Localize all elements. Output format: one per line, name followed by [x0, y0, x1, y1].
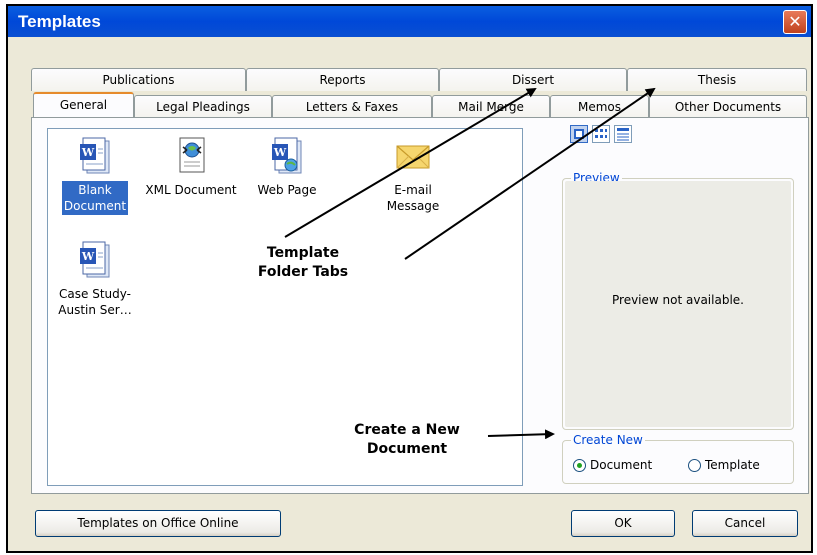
cancel-button[interactable]: Cancel: [692, 510, 798, 537]
radio-template-label: Template: [705, 458, 760, 472]
create-callout-text: Create a New Document: [354, 422, 460, 457]
preview-area: Preview not available.: [565, 181, 791, 427]
tab-label: Publications: [102, 73, 175, 87]
tab-dissert[interactable]: Dissert: [439, 68, 627, 91]
tab-mail-merge[interactable]: Mail Merge: [432, 95, 550, 118]
tab-label: Reports: [319, 73, 366, 87]
list-view-icon: [595, 129, 607, 138]
radio-template-indicator[interactable]: [688, 458, 701, 472]
tab-label: Dissert: [511, 73, 555, 87]
template-label: Blank Document: [61, 181, 129, 215]
tab-label: Memos: [577, 100, 622, 114]
tab-other-documents[interactable]: Other Documents: [649, 95, 807, 118]
ok-button[interactable]: OK: [571, 510, 675, 537]
tab-label: General: [59, 98, 108, 112]
tab-publications[interactable]: Publications: [31, 68, 246, 91]
svg-text:W: W: [81, 250, 95, 263]
svg-text:W: W: [273, 146, 287, 159]
tab-label: Other Documents: [674, 100, 782, 114]
template-e-mail-message[interactable]: E-mail Message: [370, 137, 456, 215]
tab-memos[interactable]: Memos: [550, 95, 649, 118]
template-label: XML Document: [145, 183, 237, 197]
template-xml-document[interactable]: XML Document: [140, 137, 242, 199]
tab-label: Mail Merge: [458, 100, 524, 114]
details-view-icon: [617, 128, 629, 141]
tab-thesis[interactable]: Thesis: [627, 68, 807, 91]
radio-template[interactable]: Template: [688, 458, 760, 472]
title-bar[interactable]: Templates ✕: [8, 6, 811, 37]
envelope-icon: [396, 137, 430, 177]
radio-document[interactable]: Document: [573, 458, 652, 472]
templates-dialog: Templates ✕ Publications Reports Dissert…: [6, 4, 813, 553]
radio-document-indicator[interactable]: [573, 458, 586, 472]
large-icons-view-icon: [574, 129, 584, 139]
word-document-icon: W: [78, 137, 112, 177]
create-new-group: Create New Document Template: [562, 433, 794, 484]
template-label: Web Page: [257, 183, 317, 197]
tab-general[interactable]: General: [33, 92, 134, 117]
tab-letters-faxes[interactable]: Letters & Faxes: [272, 95, 432, 118]
template-label: Case Study- Austin Ser…: [58, 287, 132, 317]
preview-group: Preview Preview not available.: [562, 171, 794, 430]
details-view-button[interactable]: [614, 125, 632, 143]
word-document-icon: W: [78, 241, 112, 281]
create-new-legend: Create New: [571, 433, 645, 447]
template-web-page[interactable]: W Web Page: [244, 137, 330, 199]
template-blank-document[interactable]: W Blank Document: [52, 137, 138, 215]
web-page-icon: W: [270, 137, 304, 177]
template-label: E-mail Message: [386, 183, 440, 213]
preview-message: Preview not available.: [612, 293, 744, 307]
tab-label: Thesis: [697, 73, 737, 87]
list-view-button[interactable]: [592, 125, 610, 143]
tab-legal-pleadings[interactable]: Legal Pleadings: [134, 95, 272, 118]
templates-on-office-online-button[interactable]: Templates on Office Online: [35, 510, 281, 537]
xml-document-icon: [174, 137, 208, 177]
large-icons-view-button[interactable]: [570, 125, 588, 143]
tabs-callout-text: Template Folder Tabs: [257, 245, 349, 280]
template-case-study-austin[interactable]: W Case Study- Austin Ser…: [52, 241, 138, 319]
tab-reports[interactable]: Reports: [246, 68, 439, 91]
close-button[interactable]: ✕: [783, 10, 807, 34]
radio-document-label: Document: [590, 458, 653, 472]
tab-label: Legal Pleadings: [156, 100, 250, 114]
close-icon: ✕: [788, 12, 802, 31]
dialog-title: Templates: [18, 12, 101, 31]
svg-text:W: W: [81, 146, 95, 159]
tab-label: Letters & Faxes: [305, 100, 399, 114]
